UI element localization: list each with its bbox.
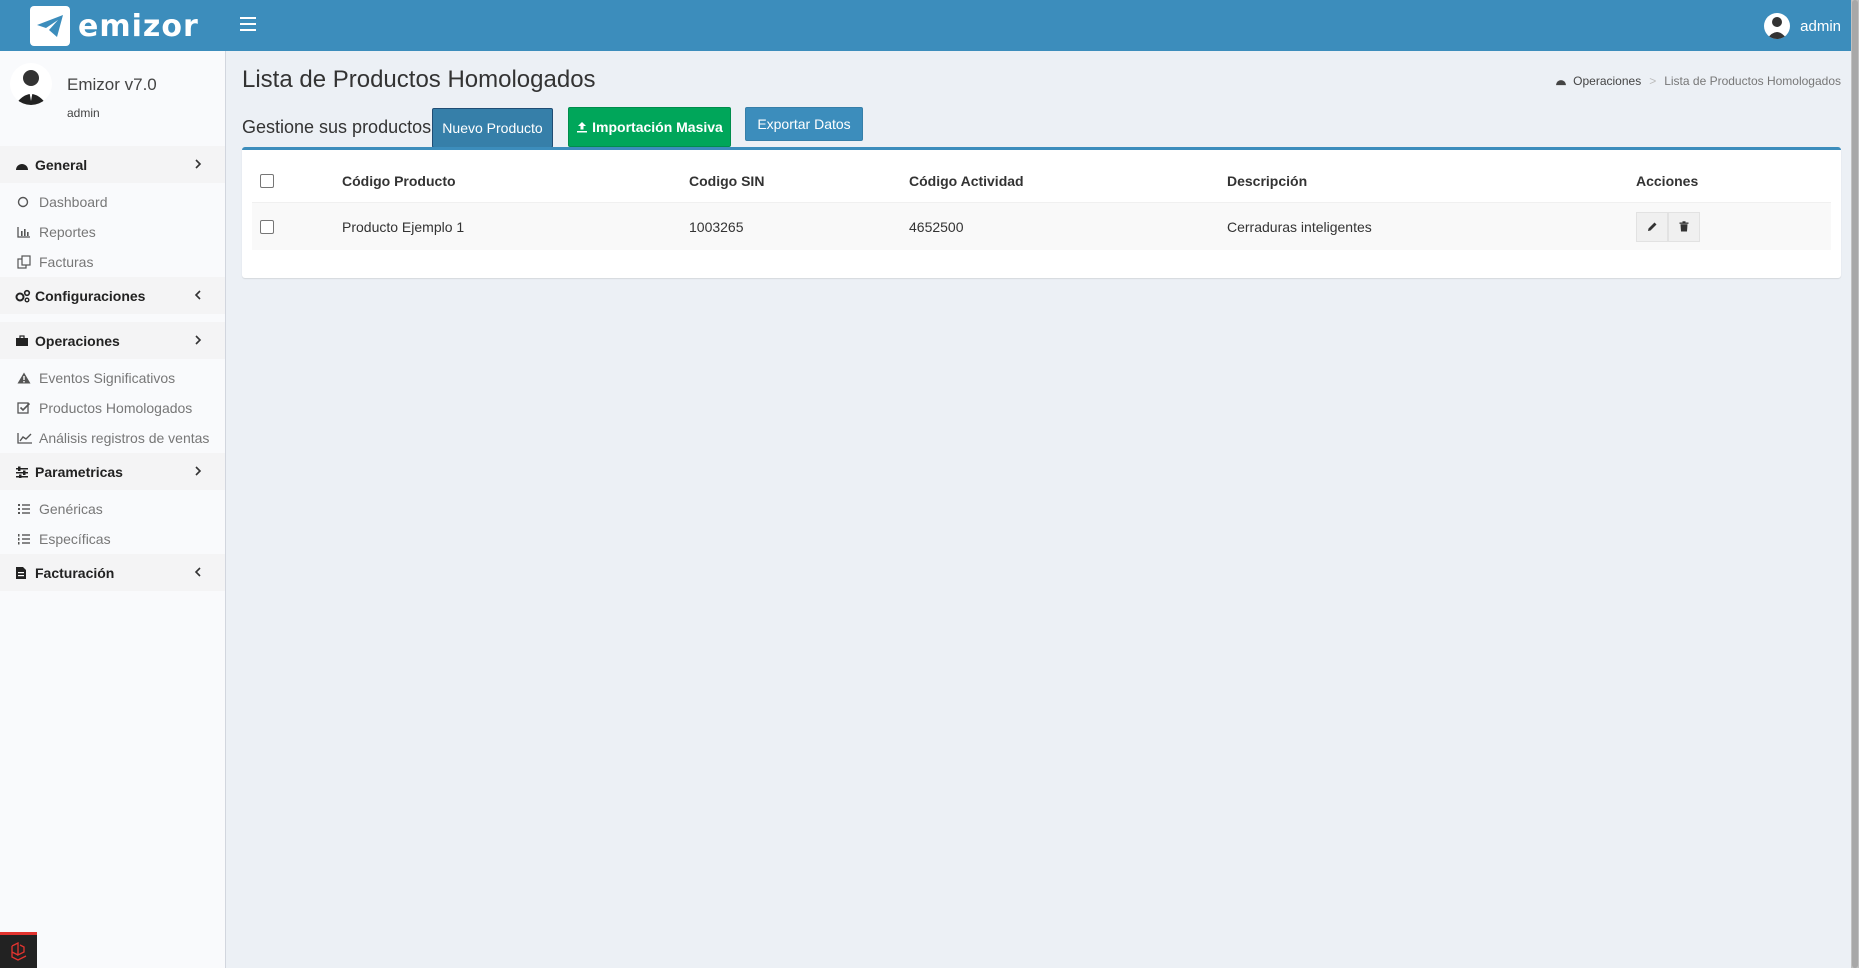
- sidebar-item-productos-homologados[interactable]: Productos Homologados: [0, 393, 225, 423]
- sidebar-item-label: Facturas: [39, 254, 94, 270]
- sidebar-section-label: Facturación: [35, 564, 115, 581]
- sidebar-item-reportes[interactable]: Reportes: [0, 217, 225, 247]
- check-square-icon: [17, 401, 33, 415]
- copy-icon: [17, 255, 33, 269]
- sidebar-section-label: Parametricas: [35, 463, 123, 480]
- sidebar-item-label: Reportes: [39, 224, 96, 240]
- list-ol-icon: [17, 533, 33, 545]
- dashboard-icon: [15, 159, 31, 171]
- sidebar-item-analisis-registros[interactable]: Análisis registros de ventas: [0, 423, 225, 453]
- bar-chart-icon: [17, 226, 33, 238]
- sidebar-toggle-icon[interactable]: [240, 17, 256, 33]
- column-header: Acciones: [1636, 172, 1699, 189]
- sidebar-section-operaciones[interactable]: Operaciones: [0, 322, 225, 359]
- chevron-right-icon: [191, 333, 205, 347]
- column-header[interactable]: Descripción: [1227, 159, 1307, 202]
- chevron-right-icon: [191, 157, 205, 171]
- briefcase-icon: [15, 334, 31, 347]
- sidebar-item-especificas[interactable]: Específicas: [0, 524, 225, 554]
- laravel-debug-icon[interactable]: [0, 932, 37, 968]
- column-header[interactable]: Código Producto: [342, 159, 456, 202]
- select-all-checkbox[interactable]: [260, 173, 274, 188]
- products-box: Código Producto Codigo SIN Código Activi…: [242, 147, 1841, 278]
- sidebar-user-title: Emizor v7.0: [67, 75, 157, 94]
- sidebar-item-label: Genéricas: [39, 501, 103, 517]
- sidebar-item-eventos-significativos[interactable]: Eventos Significativos: [0, 363, 225, 393]
- chevron-left-icon: [191, 565, 205, 579]
- page-title: Lista de Productos Homologados: [242, 66, 596, 93]
- column-header[interactable]: Codigo SIN: [689, 159, 764, 202]
- sidebar-user-role: admin: [67, 106, 100, 120]
- main-content: Lista de Productos Homologados Operacion…: [227, 51, 1851, 968]
- sidebar-section-label: Operaciones: [35, 332, 120, 349]
- chevron-right-icon: [191, 464, 205, 478]
- warning-icon: [17, 372, 33, 384]
- paper-plane-icon: [30, 6, 70, 46]
- new-product-button[interactable]: Nuevo Producto: [432, 108, 553, 148]
- sidebar-item-label: Eventos Significativos: [39, 370, 176, 386]
- pencil-icon: [1647, 221, 1658, 232]
- logo[interactable]: emizor: [30, 6, 199, 46]
- sidebar-item-label: Productos Homologados: [39, 400, 193, 416]
- breadcrumb-separator: >: [1649, 74, 1657, 88]
- user-menu[interactable]: admin: [1764, 13, 1841, 39]
- sidebar-item-label: Análisis registros de ventas: [39, 430, 210, 446]
- bulk-import-button[interactable]: Importación Masiva: [568, 107, 731, 147]
- breadcrumb-link-operaciones[interactable]: Operaciones: [1573, 74, 1641, 88]
- top-navbar: emizor admin: [0, 0, 1851, 51]
- table-row: Producto Ejemplo 1 1003265 4652500 Cerra…: [252, 203, 1831, 250]
- avatar: [10, 63, 52, 105]
- sidebar: Emizor v7.0 admin General Dashboard Repo…: [0, 51, 226, 968]
- row-checkbox[interactable]: [260, 219, 274, 234]
- logo-text: emizor: [78, 8, 199, 44]
- sliders-icon: [15, 466, 31, 478]
- sidebar-item-dashboard[interactable]: Dashboard: [0, 187, 225, 217]
- user-name: admin: [1800, 17, 1841, 35]
- upload-icon: [576, 121, 588, 133]
- bulk-import-label: Importación Masiva: [592, 119, 723, 135]
- sidebar-section-configuraciones[interactable]: Configuraciones: [0, 277, 225, 314]
- page-subtitle: Gestione sus productos: [242, 117, 432, 137]
- trash-icon: [1679, 221, 1689, 232]
- gears-icon: [15, 289, 31, 303]
- cell-codigo-producto: Producto Ejemplo 1: [342, 218, 465, 235]
- edit-button[interactable]: [1636, 211, 1668, 242]
- sidebar-section-parametricas[interactable]: Parametricas: [0, 453, 225, 490]
- sidebar-section-label: Configuraciones: [35, 287, 146, 304]
- user-panel: Emizor v7.0 admin: [0, 51, 225, 146]
- chevron-left-icon: [191, 288, 205, 302]
- cell-codigo-actividad: 4652500: [909, 218, 964, 235]
- export-data-button[interactable]: Exportar Datos: [745, 107, 863, 141]
- sidebar-item-genericas[interactable]: Genéricas: [0, 494, 225, 524]
- avatar: [1764, 13, 1791, 39]
- sidebar-section-label: General: [35, 156, 88, 173]
- file-icon: [15, 566, 31, 580]
- sidebar-section-general[interactable]: General: [0, 146, 225, 183]
- row-actions: [1636, 203, 1700, 250]
- sidebar-item-facturas[interactable]: Facturas: [0, 247, 225, 277]
- page-scrollbar[interactable]: [1851, 0, 1859, 968]
- cell-descripcion: Cerraduras inteligentes: [1227, 218, 1372, 235]
- list-icon: [17, 503, 33, 515]
- cell-codigo-sin: 1003265: [689, 218, 744, 235]
- circle-icon: [17, 196, 33, 208]
- scrollbar-thumb[interactable]: [1852, 0, 1858, 968]
- sidebar-section-facturacion[interactable]: Facturación: [0, 554, 225, 591]
- dashboard-icon: [1555, 76, 1567, 86]
- breadcrumb: Operaciones > Lista de Productos Homolog…: [1555, 74, 1841, 88]
- line-chart-icon: [17, 432, 33, 444]
- products-table: Código Producto Codigo SIN Código Activi…: [252, 159, 1831, 250]
- sidebar-item-label: Dashboard: [39, 194, 108, 210]
- sidebar-item-label: Específicas: [39, 531, 111, 547]
- delete-button[interactable]: [1668, 211, 1700, 242]
- column-header[interactable]: Código Actividad: [909, 159, 1024, 202]
- table-header-row: Código Producto Codigo SIN Código Activi…: [252, 159, 1831, 203]
- breadcrumb-current: Lista de Productos Homologados: [1664, 74, 1841, 88]
